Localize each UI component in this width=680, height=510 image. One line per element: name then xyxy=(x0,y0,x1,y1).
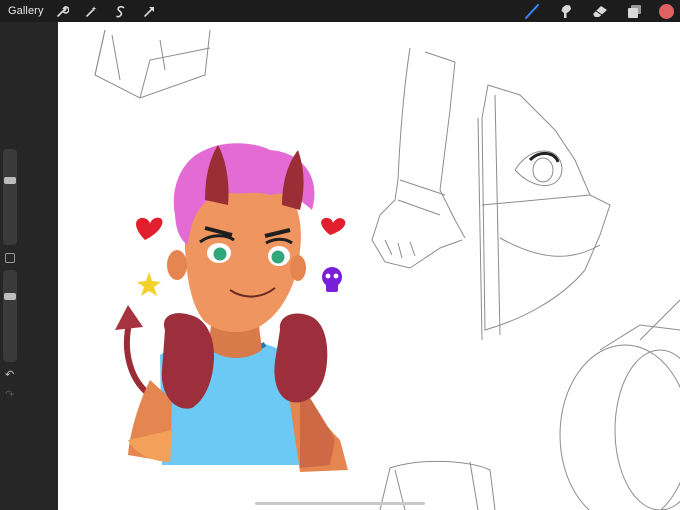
redo-arrow-icon[interactable]: ↷ xyxy=(5,388,14,401)
left-sidebar: ↶ ↷ xyxy=(0,22,58,510)
gallery-button[interactable]: Gallery xyxy=(8,5,44,17)
layers-icon[interactable] xyxy=(623,0,645,22)
tool-group xyxy=(521,0,680,22)
drawing-canvas[interactable] xyxy=(58,22,680,510)
character-illustration xyxy=(115,143,348,472)
sketch-arm xyxy=(371,47,466,269)
sketch-wheel xyxy=(559,299,680,510)
brush-icon[interactable] xyxy=(521,0,543,22)
brush-opacity-slider[interactable] xyxy=(3,270,17,362)
brush-opacity-thumb[interactable] xyxy=(4,293,16,300)
home-indicator xyxy=(255,502,425,505)
eraser-icon[interactable] xyxy=(589,0,611,22)
magic-wand-icon[interactable] xyxy=(83,2,101,20)
selection-icon[interactable] xyxy=(112,2,130,20)
artwork xyxy=(94,29,680,510)
sketch-head xyxy=(477,84,611,341)
sketch-box xyxy=(94,29,211,99)
procreate-app: Gallery ↶ ↷ xyxy=(0,0,680,510)
top-toolbar: Gallery xyxy=(0,0,680,22)
modify-square-button[interactable] xyxy=(5,253,15,263)
brush-size-thumb[interactable] xyxy=(4,176,16,184)
smudge-icon[interactable] xyxy=(555,0,577,22)
transform-arrow-icon[interactable] xyxy=(141,2,159,20)
brush-size-slider[interactable] xyxy=(3,149,17,245)
color-picker-swatch[interactable] xyxy=(659,3,674,19)
wrench-icon[interactable] xyxy=(54,2,72,20)
undo-arrow-icon[interactable]: ↶ xyxy=(5,368,14,381)
